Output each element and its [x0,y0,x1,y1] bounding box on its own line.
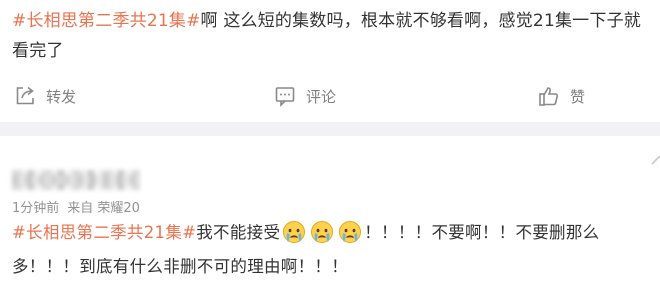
crying-face-emoji [338,220,362,244]
like-button[interactable]: 赞 [538,80,585,112]
comment-label: 评论 [306,87,337,106]
like-label: 赞 [570,87,586,106]
comment-source: 来自 荣耀20 [67,201,140,216]
comment-icon [274,85,296,107]
section-divider [0,122,660,136]
thumbs-up-icon [538,85,560,107]
topic-link[interactable]: #长相思第二季共21集# [12,11,201,31]
chevron-left-icon [650,152,660,196]
comment-text: #长相思第二季共21集#我不能接受 ！！！！不要啊！！不要删那么多！！！到底有什么… [12,216,657,284]
repost-label: 转发 [46,87,77,106]
crying-face-emoji [282,220,306,244]
comment-item: 1分钟前 来自 荣耀20 #长相思第二季共21集#我不能接受 ！！！！不要啊！！不要… [0,136,660,284]
repost-button[interactable]: 转发 [14,80,76,112]
avatar-username-blurred [12,170,140,190]
comment-button[interactable]: 评论 [274,80,336,112]
comment-topic-link[interactable]: #长相思第二季共21集# [12,223,196,242]
comment-meta: 1分钟前 来自 荣耀20 [12,197,140,216]
crying-face-emoji [310,220,334,244]
action-bar: 转发 评论 赞 [0,80,660,112]
post-text: #长相思第二季共21集#啊 这么短的集数吗，根本就不够看啊，感觉21集一下子就看… [12,6,657,66]
comment-time: 1分钟前 [12,201,60,216]
post-card: #长相思第二季共21集#啊 这么短的集数吗，根本就不够看啊，感觉21集一下子就看… [0,0,660,122]
share-icon [14,85,36,107]
comment-body-start: 我不能接受 [196,223,281,242]
